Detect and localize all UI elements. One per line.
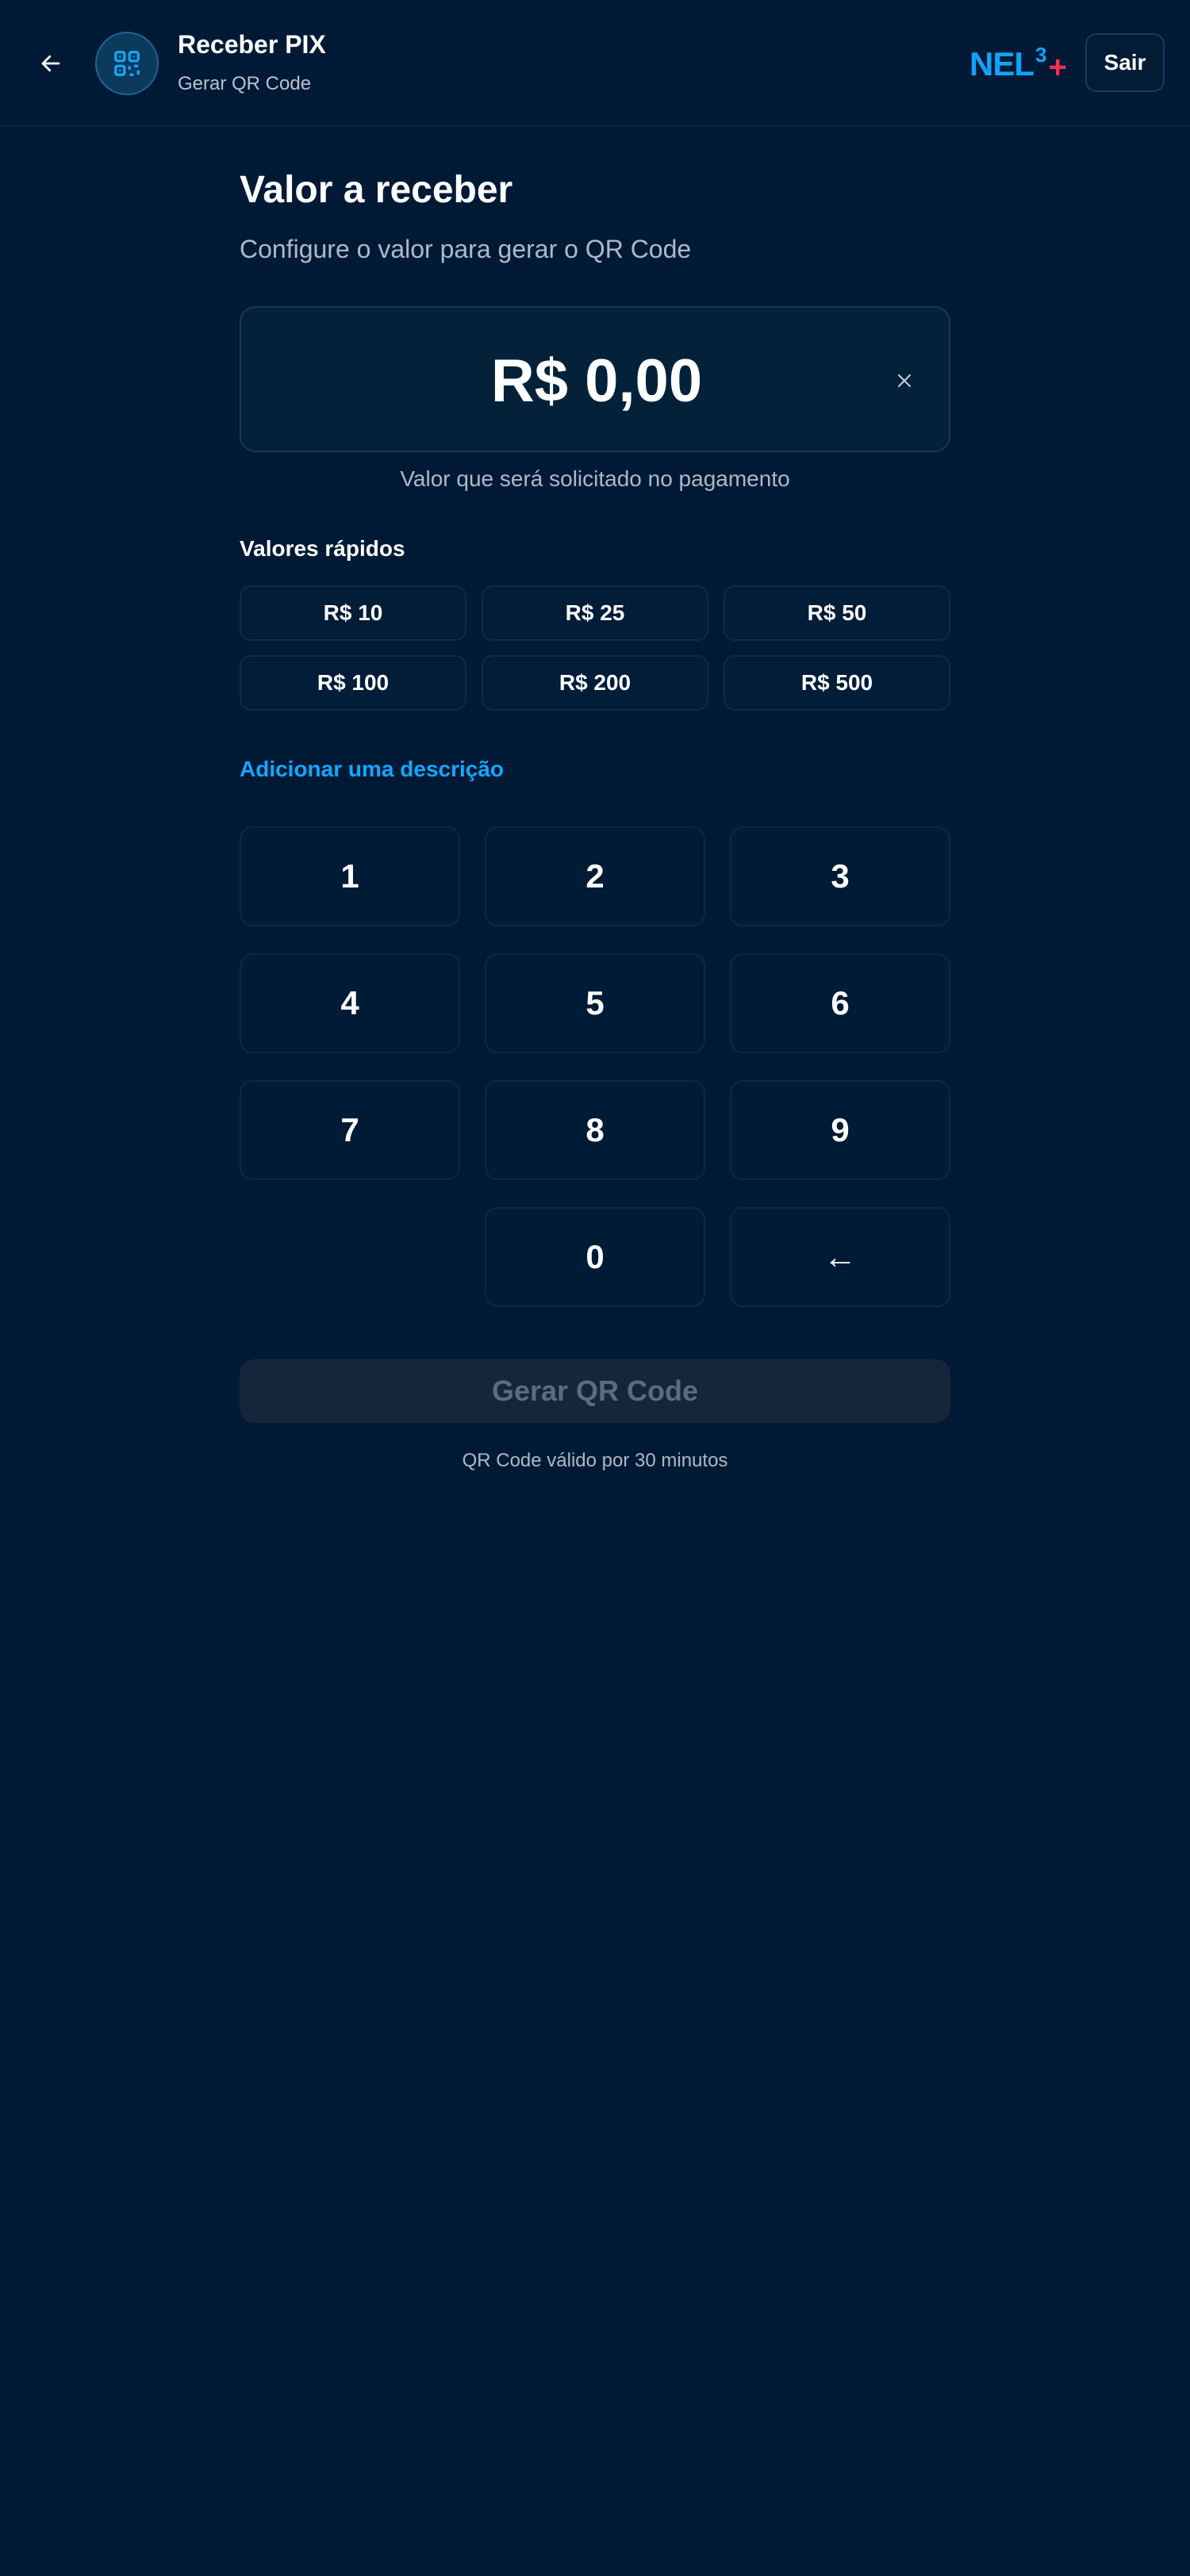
key-5[interactable]: 5 [485,953,705,1053]
avatar [95,32,159,95]
brand-logo: NEL 3 + [969,44,1067,89]
quick-value-50-button[interactable]: R$ 50 [724,585,950,641]
close-icon [898,374,911,387]
quick-value-200-button[interactable]: R$ 200 [482,655,708,711]
logo-text: NEL [969,45,1035,82]
arrow-left-icon [41,55,60,72]
key-0[interactable]: 0 [485,1207,705,1307]
logo-plus: + [1048,50,1067,85]
add-description-link[interactable]: Adicionar uma descrição [240,757,504,782]
amount-display: R$ 0,00 [240,306,950,452]
app-header: Receber PIX Gerar QR Code NEL 3 + Sair [0,0,1190,127]
page-header-title: Receber PIX [178,30,326,59]
generate-qr-button[interactable]: Gerar QR Code [240,1359,950,1423]
page-subtitle: Configure o valor para gerar o QR Code [240,235,692,263]
key-7[interactable]: 7 [240,1080,460,1180]
key-1[interactable]: 1 [240,826,460,926]
quick-value-500-button[interactable]: R$ 500 [724,655,950,711]
key-2[interactable]: 2 [485,826,705,926]
back-button[interactable] [29,41,73,86]
key-6[interactable]: 6 [730,953,950,1053]
key-4[interactable]: 4 [240,953,460,1053]
key-8[interactable]: 8 [485,1080,705,1180]
page-title: Valor a receber [240,169,513,211]
qr-code-icon [114,51,140,76]
page-header-subtitle: Gerar QR Code [178,73,312,94]
clear-amount-button[interactable] [884,360,925,401]
logout-button[interactable]: Sair [1085,33,1165,92]
key-9[interactable]: 9 [730,1080,950,1180]
key-empty [240,1207,460,1307]
quick-values-label: Valores rápidos [240,536,405,561]
key-3[interactable]: 3 [730,826,950,926]
numeric-keypad: 1 2 3 4 5 6 7 8 9 0 ← [240,826,950,1307]
quick-value-10-button[interactable]: R$ 10 [240,585,466,641]
validity-note: QR Code válido por 30 minutos [462,1450,728,1471]
logo-superscript: 3 [1035,43,1047,67]
quick-values-grid: R$ 10 R$ 25 R$ 50 R$ 100 R$ 200 R$ 500 [240,585,950,711]
quick-value-100-button[interactable]: R$ 100 [240,655,466,711]
amount-hint: Valor que será solicitado no pagamento [400,466,790,491]
backspace-key[interactable]: ← [730,1207,950,1307]
amount-value: R$ 0,00 [490,347,703,415]
quick-value-25-button[interactable]: R$ 25 [482,585,708,641]
